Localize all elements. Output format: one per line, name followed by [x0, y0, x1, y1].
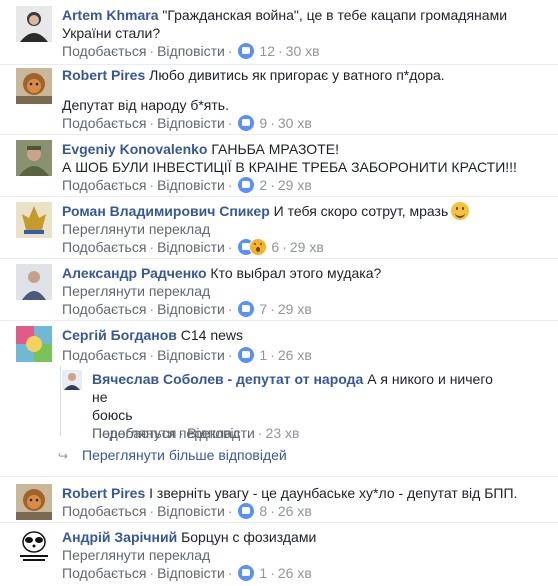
avatar[interactable] [16, 140, 52, 176]
comment-actions: Подобається · Відповісти · 1 · 26 хв [62, 565, 312, 581]
comment-text-extra: Депутат від народу б*ять. [62, 96, 542, 114]
avatar[interactable] [16, 484, 52, 520]
divider [0, 522, 558, 523]
like-button[interactable]: Подобається [62, 347, 146, 363]
timestamp[interactable]: 29 хв [290, 239, 324, 255]
like-reaction-icon[interactable] [237, 347, 254, 363]
like-reaction-icon[interactable] [237, 43, 254, 59]
see-translation-link[interactable]: Переглянути переклад [62, 221, 210, 237]
comment-author[interactable]: Robert Pires [62, 485, 145, 501]
comment-body: Сергій Богданов C14 news [62, 326, 542, 344]
comment-body: Robert Pires Любо дивитись як пригорає у… [62, 66, 542, 84]
like-button[interactable]: Подобається [62, 115, 146, 131]
comment-body: Evgeniy Konovalenko ГАНЬБА МРАЗОТЕ! А ШО… [62, 140, 552, 176]
see-translation-link[interactable]: Переглянути переклад [62, 283, 210, 299]
divider [0, 196, 558, 197]
comment-author[interactable]: Evgeniy Konovalenko [62, 141, 207, 157]
comment-body: Роман Владимирович Спикер И тебя скоро с… [62, 202, 542, 238]
like-button[interactable]: Подобається [62, 177, 146, 193]
comment-actions: Подобається · Відповісти · 8 · 26 хв [62, 503, 312, 519]
divider [0, 320, 558, 321]
comment-actions: Подобається · Відповісти · 7 · 29 хв [62, 301, 312, 317]
comment-body: Андрій Зарічний Борцун с фозиздами Перег… [62, 528, 542, 564]
divider [0, 134, 558, 135]
timestamp[interactable]: 26 хв [278, 347, 312, 363]
comment-actions: Подобається · Відповісти · 6 · 29 хв [62, 239, 324, 255]
comment-text: ГАНЬБА МРАЗОТЕ! [211, 141, 339, 157]
avatar[interactable] [16, 528, 52, 564]
comment-actions: Подобається · Відповісти · 9 · 30 хв [62, 115, 312, 131]
timestamp[interactable]: 29 хв [278, 177, 312, 193]
reply-button[interactable]: Відповісти [157, 177, 225, 193]
like-button[interactable]: Подобається [62, 43, 146, 59]
comment-body: Artem Khmara "Гражданская война", це в т… [62, 6, 542, 42]
comment-text: І зверніть увагу - це даунбаське ху*ло -… [149, 485, 518, 501]
timestamp[interactable]: 26 хв [278, 503, 312, 519]
avatar[interactable] [16, 68, 52, 104]
like-button[interactable]: Подобається [62, 503, 146, 519]
reply-arrow-icon: ↪ [58, 449, 69, 463]
comment-text: Кто выбрал этого мудака? [210, 265, 382, 281]
like-reaction-icon[interactable] [237, 301, 254, 317]
timestamp[interactable]: 29 хв [278, 301, 312, 317]
divider [0, 258, 558, 259]
like-button[interactable]: Подобається [62, 301, 146, 317]
comment-text: А ШОБ БУЛИ ІНВЕСТИЦІЇ В КРАІНЕ ТРЕБА ЗАБ… [62, 159, 517, 175]
avatar[interactable] [16, 326, 52, 362]
reply-button[interactable]: Відповісти [187, 425, 255, 441]
like-reaction-icon[interactable] [237, 503, 254, 519]
smile-emoji-icon [451, 202, 470, 220]
see-translation-link[interactable]: Переглянути переклад [62, 547, 210, 563]
comment-text: Любо дивитись як пригорає у ватного п*до… [149, 67, 445, 83]
comment-text: Борцун с фозиздами [181, 529, 317, 545]
reply-button[interactable]: Відповісти [157, 115, 225, 131]
comment-text: "Гражданская война", це в тебе кацапи гр… [162, 7, 508, 23]
reply-button[interactable]: Відповісти [157, 565, 225, 581]
comment-body: Robert Pires І зверніть увагу - це даунб… [62, 484, 552, 502]
view-more-replies-link[interactable]: ↪ Переглянути більше відповідей [58, 446, 287, 465]
like-button[interactable]: Подобається [62, 565, 146, 581]
comment-text: И тебя скоро сотрут, мразь [273, 203, 449, 219]
reply-button[interactable]: Відповісти [157, 301, 225, 317]
like-reaction-icon[interactable] [237, 177, 254, 193]
reply-button[interactable]: Відповісти [157, 347, 225, 363]
comment-actions: Подобається · Відповісти · 1 · 26 хв [62, 347, 312, 363]
comment-author[interactable]: Artem Khmara [62, 7, 158, 23]
comment-actions: Подобається · Відповісти · 2 · 29 хв [62, 177, 312, 193]
timestamp[interactable]: 23 хв [266, 425, 300, 441]
comment-author[interactable]: Вячеслав Соболев - депутат от народа [92, 371, 363, 387]
reply-button[interactable]: Відповісти [157, 239, 225, 255]
divider [0, 64, 558, 65]
timestamp[interactable]: 30 хв [278, 115, 312, 131]
comment-author[interactable]: Роман Владимирович Спикер [62, 203, 270, 219]
avatar[interactable] [16, 264, 52, 300]
comment-body: Александр Радченко Кто выбрал этого муда… [62, 264, 542, 300]
comment-author[interactable]: Robert Pires [62, 67, 145, 83]
like-button[interactable]: Подобається [92, 425, 176, 441]
comment-actions: Подобається · Відповісти · 23 хв [92, 425, 300, 441]
wow-reaction-icon[interactable] [249, 239, 266, 255]
comment-author[interactable]: Сергій Богданов [62, 327, 177, 343]
divider [0, 476, 558, 477]
like-reaction-icon[interactable] [237, 115, 254, 131]
comment-actions: Подобається · Відповісти · 12 · 30 хв [62, 43, 320, 59]
comment-author[interactable]: Андрій Зарічний [62, 529, 177, 545]
like-reaction-icon[interactable] [237, 565, 254, 581]
view-more-replies-label[interactable]: Переглянути більше відповідей [82, 447, 287, 463]
reaction-count[interactable]: 12 [259, 43, 275, 59]
avatar[interactable] [16, 202, 52, 238]
comment-text: Депутат від народу б*ять. [62, 97, 229, 113]
timestamp[interactable]: 26 хв [278, 565, 312, 581]
avatar[interactable] [16, 6, 52, 42]
comment-text: C14 news [180, 327, 244, 343]
comment-text: боюсь [92, 407, 133, 423]
comment-text: України стали? [62, 25, 161, 41]
avatar[interactable] [62, 370, 82, 390]
reply-button[interactable]: Відповісти [157, 503, 225, 519]
comment-author[interactable]: Александр Радченко [62, 265, 207, 281]
timestamp[interactable]: 30 хв [286, 43, 320, 59]
like-button[interactable]: Подобається [62, 239, 146, 255]
reply-button[interactable]: Відповісти [157, 43, 225, 59]
reply-thread-line [60, 366, 61, 436]
